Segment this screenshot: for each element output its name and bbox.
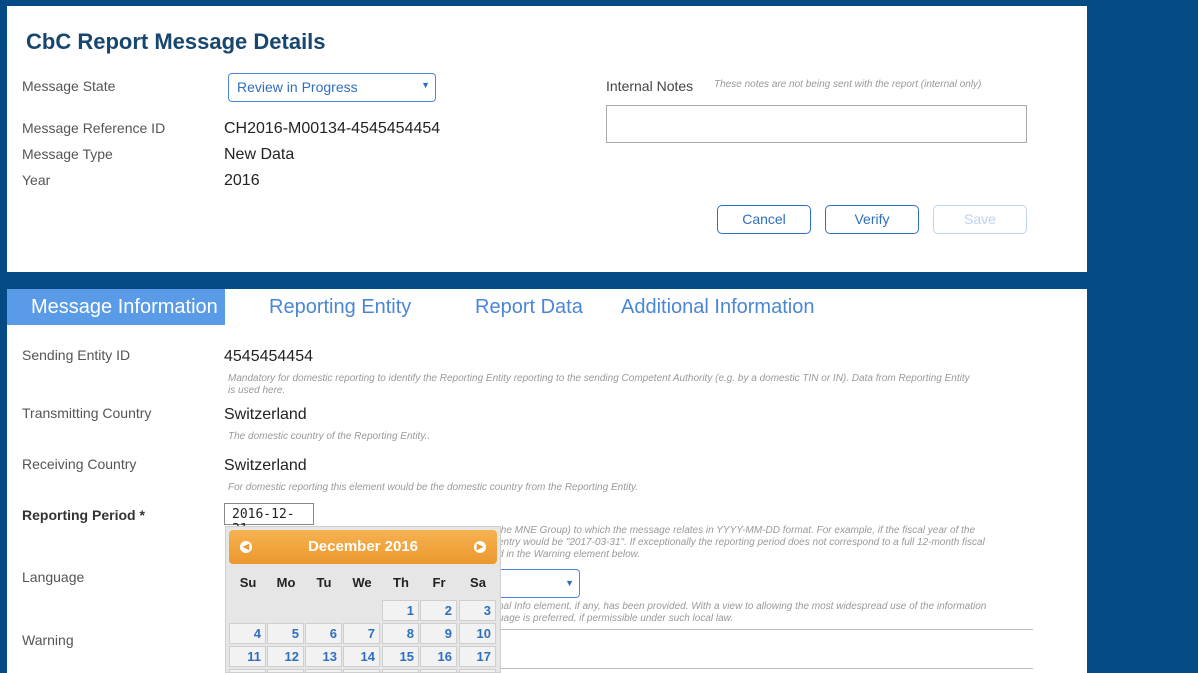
message-state-select[interactable]: Review in Progress ▼	[228, 73, 436, 102]
tab-message-information[interactable]: Message Information	[7, 289, 225, 325]
datepicker-day[interactable]	[305, 669, 342, 673]
reporting-period-input[interactable]: 2016-12-31	[224, 503, 314, 525]
datepicker-day[interactable]	[459, 669, 496, 673]
sending-entity-label: Sending Entity ID	[22, 347, 130, 363]
datepicker-day[interactable]: 12	[267, 646, 304, 667]
chevron-down-icon: ▼	[565, 578, 574, 588]
datepicker-month-label: December 2016	[308, 538, 418, 555]
datepicker-day[interactable]: 17	[459, 646, 496, 667]
datepicker-weekday: Mo	[267, 575, 305, 590]
reporting-period-note-2: entry would be "2017-03-31". If exceptio…	[498, 537, 985, 549]
internal-notes-textarea[interactable]	[606, 105, 1027, 143]
chevron-right-icon[interactable]: ▶	[474, 541, 486, 553]
chevron-left-icon[interactable]: ◀	[240, 541, 252, 553]
datepicker-day[interactable]: 9	[420, 623, 457, 644]
datepicker-day[interactable]: 3	[459, 600, 496, 621]
tab-report-data[interactable]: Report Data	[475, 289, 583, 325]
datepicker-day[interactable]: 15	[382, 646, 419, 667]
year-value: 2016	[224, 172, 260, 190]
receiving-country-note: For domestic reporting this element woul…	[228, 482, 638, 494]
transmitting-country-note: The domestic country of the Reporting En…	[228, 431, 430, 443]
verify-button[interactable]: Verify	[825, 205, 919, 234]
language-note-1: nal Info element, if any, has been provi…	[498, 601, 986, 613]
sending-entity-value: 4545454454	[224, 348, 313, 366]
datepicker-weekday: Fr	[420, 575, 458, 590]
message-details-panel: CbC Report Message Details Message State…	[7, 6, 1087, 272]
language-label: Language	[22, 569, 84, 585]
datepicker-day[interactable]	[420, 669, 457, 673]
message-ref-label: Message Reference ID	[22, 120, 165, 136]
datepicker-day[interactable]: 2	[420, 600, 457, 621]
datepicker-weekday: Th	[382, 575, 420, 590]
datepicker-empty-cell	[343, 600, 380, 621]
reporting-period-note-1: the MNE Group) to which the message rela…	[498, 525, 975, 537]
warning-field-bottom	[498, 668, 1033, 669]
datepicker-day[interactable]	[343, 669, 380, 673]
message-type-value: New Data	[224, 146, 294, 164]
datepicker-day[interactable]: 13	[305, 646, 342, 667]
datepicker-day[interactable]: 6	[305, 623, 342, 644]
reporting-period-label: Reporting Period *	[22, 507, 145, 523]
chevron-down-icon: ▼	[421, 80, 430, 90]
tab-reporting-entity[interactable]: Reporting Entity	[269, 289, 411, 325]
page-title: CbC Report Message Details	[26, 29, 326, 55]
datepicker-weekday: Su	[229, 575, 267, 590]
datepicker-popup: ◀ December 2016 ▶ SuMoTuWeThFrSa 1234567…	[225, 526, 501, 673]
datepicker-empty-cell	[305, 600, 342, 621]
datepicker-weekday: We	[343, 575, 381, 590]
transmitting-country-label: Transmitting Country	[22, 405, 151, 421]
datepicker-day[interactable]	[382, 669, 419, 673]
message-state-value: Review in Progress	[237, 79, 358, 95]
message-type-label: Message Type	[22, 146, 113, 162]
datepicker-empty-cell	[267, 600, 304, 621]
datepicker-day[interactable]: 11	[229, 646, 266, 667]
datepicker-day[interactable]: 8	[382, 623, 419, 644]
receiving-country-label: Receiving Country	[22, 456, 136, 472]
language-note-2: uage is preferred, if permissible under …	[498, 613, 733, 625]
message-form-panel: Message Information Reporting Entity Rep…	[7, 289, 1087, 673]
cancel-button[interactable]: Cancel	[717, 205, 811, 234]
datepicker-day[interactable]: 4	[229, 623, 266, 644]
warning-field-top	[498, 629, 1033, 630]
internal-notes-label: Internal Notes	[606, 78, 693, 94]
datepicker-day[interactable]: 16	[420, 646, 457, 667]
transmitting-country-value: Switzerland	[224, 406, 307, 424]
datepicker-day[interactable]	[229, 669, 266, 673]
datepicker-weekday: Sa	[459, 575, 497, 590]
receiving-country-value: Switzerland	[224, 457, 307, 475]
datepicker-day[interactable]: 1	[382, 600, 419, 621]
warning-label: Warning	[22, 632, 74, 648]
save-button[interactable]: Save	[933, 205, 1027, 234]
datepicker-day[interactable]: 7	[343, 623, 380, 644]
internal-notes-hint: These notes are not being sent with the …	[714, 79, 981, 91]
datepicker-weekday: Tu	[305, 575, 343, 590]
sending-entity-note-1: Mandatory for domestic reporting to iden…	[228, 373, 970, 385]
message-ref-value: CH2016-M00134-4545454454	[224, 120, 440, 138]
datepicker-day[interactable]: 5	[267, 623, 304, 644]
year-label: Year	[22, 172, 50, 188]
message-state-label: Message State	[22, 78, 115, 94]
datepicker-day[interactable]: 10	[459, 623, 496, 644]
datepicker-empty-cell	[229, 600, 266, 621]
datepicker-header: ◀ December 2016 ▶	[229, 530, 497, 564]
tab-additional-information[interactable]: Additional Information	[621, 289, 814, 325]
datepicker-day[interactable]	[267, 669, 304, 673]
reporting-period-note-3: d in the Warning element below.	[498, 549, 640, 561]
sending-entity-note-2: is used here.	[228, 385, 285, 397]
datepicker-day[interactable]: 14	[343, 646, 380, 667]
